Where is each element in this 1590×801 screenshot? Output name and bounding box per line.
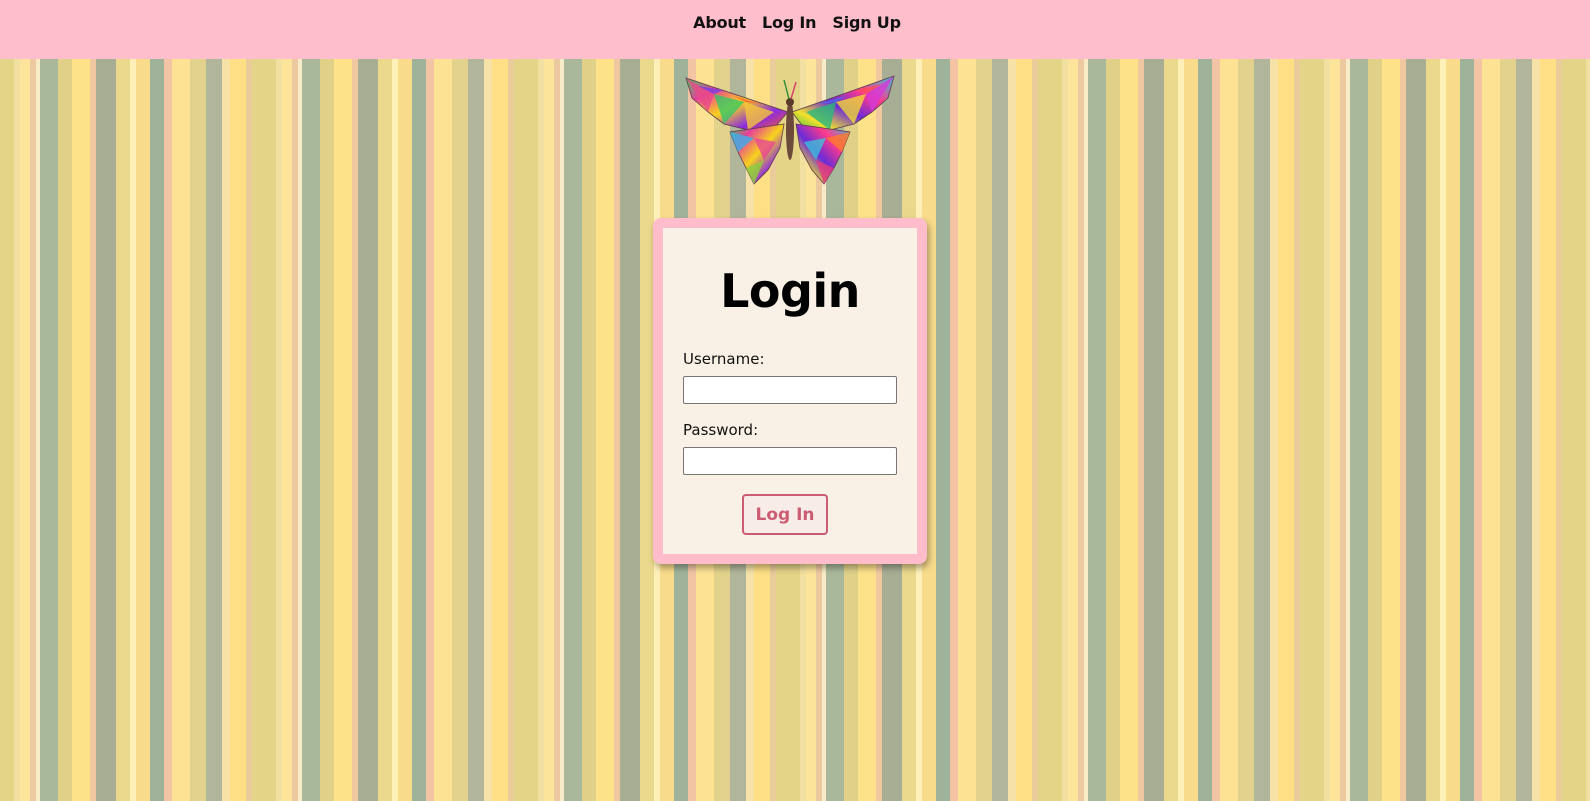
login-title: Login: [720, 264, 860, 318]
top-nav-bar: About Log In Sign Up: [0, 0, 1590, 59]
nav-link-about[interactable]: About: [693, 13, 746, 32]
nav-link-sign-up[interactable]: Sign Up: [832, 13, 901, 32]
butterfly-icon: [685, 75, 895, 185]
password-label: Password:: [683, 421, 759, 439]
username-label: Username:: [683, 350, 765, 368]
login-card: Login Username: Password: Log In: [653, 218, 927, 564]
username-input[interactable]: [683, 376, 897, 404]
password-input[interactable]: [683, 447, 897, 475]
login-form: Login Username: Password: Log In: [663, 228, 917, 554]
nav-link-log-in[interactable]: Log In: [762, 13, 817, 32]
log-in-button[interactable]: Log In: [742, 494, 828, 535]
main-nav: About Log In Sign Up: [689, 13, 901, 32]
